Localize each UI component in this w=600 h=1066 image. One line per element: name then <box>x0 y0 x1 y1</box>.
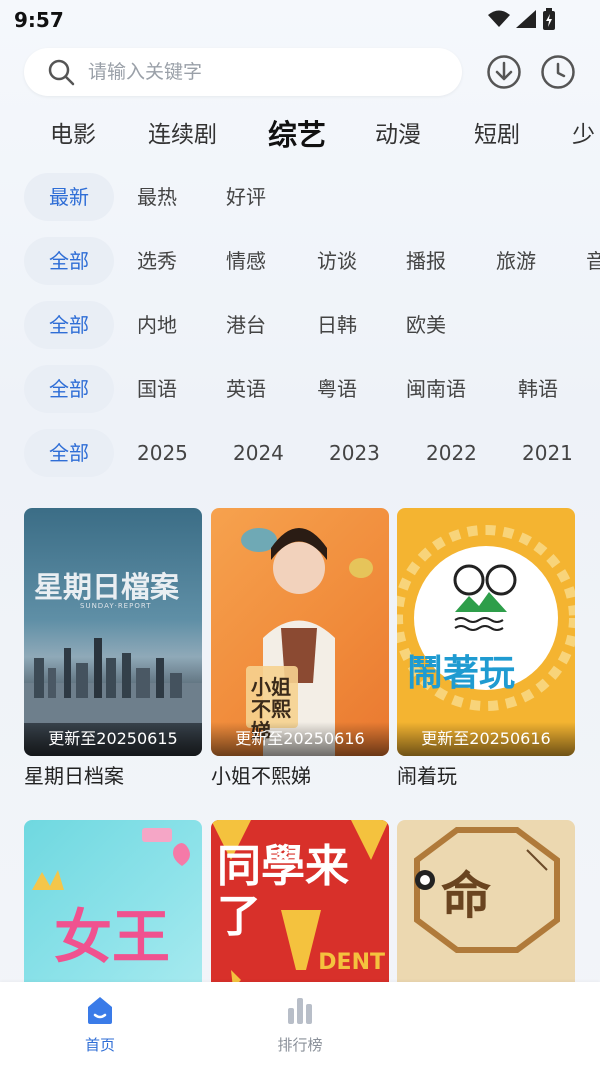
tab-movie[interactable]: 电影 <box>50 110 96 160</box>
tab-variety[interactable]: 综艺 <box>268 110 326 160</box>
poster-subtitle-text: SUNDAY·REPORT <box>80 602 152 610</box>
year-filter-row: 全部 2025 2024 2023 2022 2021 <box>0 429 600 479</box>
filter-chip[interactable]: 音 <box>586 237 600 285</box>
poster-title-text: 鬧著玩 <box>407 653 516 694</box>
filter-chip[interactable]: 最热 <box>137 173 177 221</box>
filter-chip[interactable]: 港台 <box>226 301 266 349</box>
search-bar[interactable] <box>24 48 462 96</box>
filter-chip[interactable]: 欧美 <box>406 301 446 349</box>
search-icon <box>48 59 75 86</box>
sort-filter-row: 最新 最热 好评 <box>0 173 600 223</box>
update-label: 更新至20250615 <box>24 722 202 756</box>
nav-home-label: 首页 <box>84 1036 115 1054</box>
poster-title-text: 女王 <box>54 903 171 971</box>
filter-chip[interactable]: 播报 <box>406 237 446 285</box>
nav-ranking-label: 排行榜 <box>277 1036 323 1054</box>
update-label: 更新至20250616 <box>211 722 389 756</box>
filter-chip[interactable]: 选秀 <box>137 237 177 285</box>
tab-series[interactable]: 连续剧 <box>148 110 217 160</box>
filter-chip[interactable]: 英语 <box>226 365 266 413</box>
wifi-icon <box>488 10 510 27</box>
filter-chip[interactable]: 国语 <box>137 365 177 413</box>
poster-image: 小姐不熙娣 更新至20250616 <box>211 508 389 756</box>
filter-chip[interactable]: 全部 <box>24 301 114 349</box>
poster-image: 鬧著玩 更新至20250616 <box>397 508 575 756</box>
filter-chip[interactable]: 2025 <box>137 429 188 477</box>
filter-chip[interactable]: 2022 <box>426 429 477 477</box>
signal-icon <box>516 10 536 28</box>
city-skyline-graphic <box>24 638 202 723</box>
filter-chip[interactable]: 访谈 <box>317 237 357 285</box>
filter-chip[interactable]: 内地 <box>137 301 177 349</box>
ranking-icon <box>288 998 312 1024</box>
battery-icon <box>543 8 555 30</box>
filter-chip[interactable]: 韩语 <box>518 365 558 413</box>
status-bar: 9:57 <box>0 0 600 40</box>
filter-chip[interactable]: 2023 <box>329 429 380 477</box>
tab-short-drama[interactable]: 短剧 <box>474 110 520 160</box>
filter-chip[interactable]: 2021 <box>522 429 573 477</box>
home-icon <box>88 997 112 1024</box>
history-icon[interactable] <box>540 54 576 90</box>
status-icons <box>488 8 556 30</box>
download-icon[interactable] <box>486 54 522 90</box>
language-filter-row: 全部 国语 英语 粤语 闽南语 韩语 <box>0 365 600 415</box>
filter-chip[interactable]: 粤语 <box>317 365 357 413</box>
tab-anime[interactable]: 动漫 <box>375 110 421 160</box>
poster-title-text: 命 <box>441 867 491 925</box>
search-input[interactable] <box>88 61 408 83</box>
genre-filter-row: 全部 选秀 情感 访谈 播报 旅游 音 <box>0 237 600 287</box>
update-label: 更新至20250616 <box>397 722 575 756</box>
filter-chip[interactable]: 闽南语 <box>406 365 466 413</box>
filter-chip[interactable]: 旅游 <box>496 237 536 285</box>
nav-ranking[interactable]: 排行榜 <box>250 994 350 1055</box>
nav-home[interactable]: 首页 <box>50 994 150 1055</box>
card-title: 小姐不熙娣 <box>211 764 311 788</box>
poster-title-text: 星期日檔案 <box>34 570 180 604</box>
filter-chip[interactable]: 全部 <box>24 237 114 285</box>
filter-chip[interactable]: 好评 <box>226 173 266 221</box>
sun-logo-graphic <box>397 525 575 711</box>
filter-chip[interactable]: 全部 <box>24 429 114 477</box>
category-tabs: 电影 连续剧 综艺 动漫 短剧 少 <box>0 110 600 160</box>
filter-chip[interactable]: 日韩 <box>317 301 357 349</box>
status-time: 9:57 <box>14 8 64 32</box>
tab-more[interactable]: 少 <box>572 110 595 160</box>
card-title: 闹着玩 <box>397 764 457 788</box>
filter-chip[interactable]: 最新 <box>24 173 114 221</box>
poster-image: 星期日檔案 SUNDAY·REPORT 更新至20250615 <box>24 508 202 756</box>
region-filter-row: 全部 内地 港台 日韩 欧美 <box>0 301 600 351</box>
poster-subtitle-text: DENT <box>318 950 385 975</box>
filter-chip[interactable]: 情感 <box>226 237 266 285</box>
filter-chip[interactable]: 2024 <box>233 429 284 477</box>
poster-title-text: 同學来了 <box>217 841 349 942</box>
card-title: 星期日档案 <box>24 764 124 788</box>
bottom-nav: 首页 排行榜 <box>0 982 600 1066</box>
filter-chip[interactable]: 全部 <box>24 365 114 413</box>
